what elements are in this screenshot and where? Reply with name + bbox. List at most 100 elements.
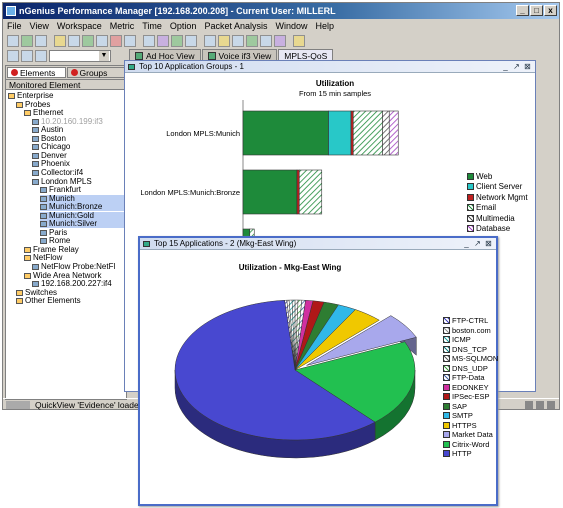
chart2-legend-item: HTTPS <box>443 421 499 431</box>
chart2-legend: FTP-CTRL boston.com ICMP DNS_TCP MS-SQLMON DN… <box>443 316 499 459</box>
tree-node[interactable]: Munich:Bronze <box>40 203 126 212</box>
window1-title-bar[interactable]: Top 10 Application Groups - 1 _ ↗ ⊠ <box>125 61 535 73</box>
legend-label: Web <box>476 171 493 181</box>
chart1-title: Utilization <box>316 79 354 88</box>
zoom-icon[interactable] <box>54 34 66 47</box>
probe-icon <box>40 221 47 228</box>
window2-title-bar[interactable]: Top 15 Applications - 2 (Mkg-East Wing) … <box>140 238 496 250</box>
folder-icon <box>24 272 31 279</box>
menu-workspace[interactable]: Workspace <box>57 20 102 33</box>
chart1-bar-segment <box>352 110 383 156</box>
folder-icon <box>16 289 23 296</box>
window2-maximize-button[interactable]: ↗ <box>473 239 482 248</box>
view-icon <box>135 52 143 60</box>
probe-icon <box>32 169 39 176</box>
menu-packet-analysis[interactable]: Packet Analysis <box>204 20 267 33</box>
legend-swatch <box>443 326 450 334</box>
tree-node-label: NetFlow Probe:NetFl <box>41 262 116 271</box>
legend-label: Market Data <box>452 430 493 440</box>
help-icon[interactable] <box>293 34 305 47</box>
element-filter-combo[interactable] <box>49 50 111 62</box>
monitor-icon[interactable] <box>185 34 197 47</box>
title-bar: nGenius Performance Manager [192.168.200… <box>3 3 559 19</box>
probe-icon[interactable] <box>82 34 94 47</box>
probe-icon <box>40 238 47 245</box>
open-icon[interactable] <box>7 34 19 47</box>
legend-label: FTP-Data <box>452 373 485 383</box>
flow-icon[interactable] <box>204 34 216 47</box>
maximize-button[interactable]: □ <box>530 5 543 16</box>
tab-elements[interactable]: Elements <box>7 67 66 78</box>
tree-node[interactable]: Ethernet <box>24 109 126 117</box>
filter-icon[interactable] <box>171 34 183 47</box>
menu-view[interactable]: View <box>30 20 49 33</box>
menu-file[interactable]: File <box>7 20 22 33</box>
elements-icon <box>11 69 18 76</box>
tree-node[interactable]: Other Elements <box>16 297 126 305</box>
tree-node-label: Collector:if4 <box>41 167 84 177</box>
folder-icon <box>16 298 23 305</box>
window1-maximize-button[interactable]: ↗ <box>512 62 521 71</box>
menu-help[interactable]: Help <box>315 20 334 33</box>
status-text: QuickView 'Evidence' loaded <box>35 400 144 410</box>
probe-icon <box>40 229 47 236</box>
menu-time[interactable]: Time <box>142 20 162 33</box>
menu-bar: File View Workspace Metric Time Option P… <box>3 20 559 33</box>
window1-close-button[interactable]: ⊠ <box>523 62 532 71</box>
grid-icon[interactable] <box>143 34 155 47</box>
refresh-tree-icon[interactable] <box>7 50 19 62</box>
window2-minimize-button[interactable]: _ <box>462 239 471 248</box>
legend-label: IPSec-ESP <box>452 392 490 402</box>
table-icon[interactable] <box>96 34 108 47</box>
capture-icon[interactable] <box>232 34 244 47</box>
probe-icon <box>32 144 39 151</box>
probe-icon <box>32 127 39 134</box>
window1-minimize-button[interactable]: _ <box>501 62 510 71</box>
chart2-title: Utilization - Mkg-East Wing <box>239 263 342 272</box>
legend-label: Citrix-Word <box>452 439 490 449</box>
window1-title: Top 10 Application Groups - 1 <box>139 62 244 71</box>
legend-swatch <box>467 204 474 212</box>
minimize-button[interactable]: _ <box>516 5 529 16</box>
probe-icon <box>40 212 47 219</box>
print-icon[interactable] <box>35 34 47 47</box>
legend-swatch <box>467 172 474 180</box>
menu-window[interactable]: Window <box>275 20 307 33</box>
refresh-icon[interactable] <box>68 34 80 47</box>
chart1-legend-item: Client Server <box>467 182 537 193</box>
tree-node[interactable]: Enterprise <box>8 92 126 100</box>
chart2-legend-item: SMTP <box>443 411 499 421</box>
tree-node[interactable]: Collector:if4 <box>32 167 126 177</box>
menu-option[interactable]: Option <box>170 20 197 33</box>
probe-icon <box>32 161 39 168</box>
filter-funnel-icon[interactable] <box>274 34 286 47</box>
tree-node[interactable]: Austin <box>32 126 126 134</box>
menu-metric[interactable]: Metric <box>110 20 135 33</box>
tree-node-label: Ethernet <box>33 108 64 118</box>
report-icon[interactable] <box>157 34 169 47</box>
status-indicator-icon <box>525 401 533 409</box>
chart2-legend-item: SAP <box>443 402 499 412</box>
save-icon[interactable] <box>21 34 33 47</box>
expand-icon[interactable] <box>21 50 33 62</box>
tree-node[interactable]: 192.168.200.227:if4 <box>32 280 126 288</box>
legend-swatch <box>443 345 450 353</box>
export-icon[interactable] <box>260 34 272 47</box>
tree-node[interactable]: Frankfurt <box>40 186 126 194</box>
voice-icon[interactable] <box>246 34 258 47</box>
chart2-legend-item: Market Data <box>443 430 499 440</box>
status-icons <box>6 401 30 409</box>
probe-icon <box>40 195 47 202</box>
close-button[interactable]: x <box>544 5 557 16</box>
legend-swatch <box>467 225 474 233</box>
find-icon[interactable] <box>35 50 47 62</box>
tree-node-label: Other Elements <box>25 296 81 306</box>
alarm-icon[interactable] <box>110 34 122 47</box>
tree-node[interactable]: NetFlow Probe:NetFl <box>32 263 126 271</box>
tab-groups[interactable]: Groups <box>66 67 125 78</box>
decode-icon[interactable] <box>218 34 230 47</box>
chart1-legend-item: Web <box>467 171 537 182</box>
window2-close-button[interactable]: ⊠ <box>484 239 493 248</box>
chart-icon[interactable] <box>124 34 136 47</box>
chart1-bar-segment <box>328 110 352 156</box>
